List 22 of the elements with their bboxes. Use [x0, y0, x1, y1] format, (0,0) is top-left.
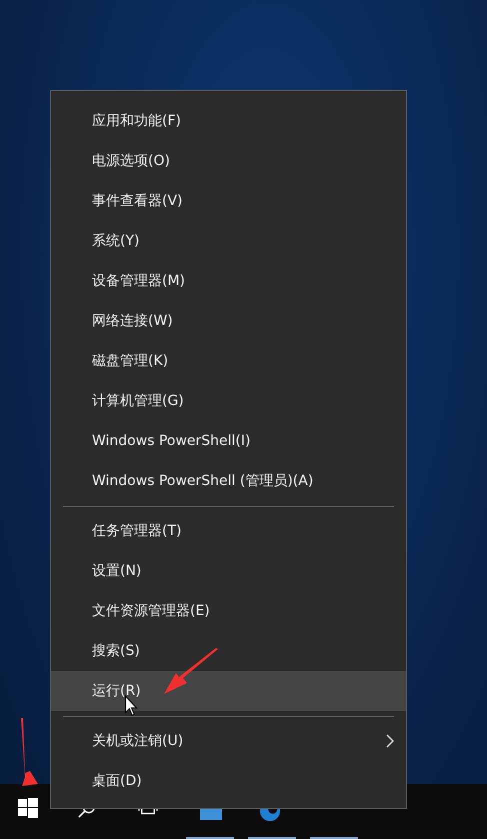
menu-item[interactable]: 任务管理器(T)	[51, 511, 406, 551]
menu-item[interactable]: 搜索(S)	[51, 631, 406, 671]
menu-item[interactable]: 计算机管理(G)	[51, 381, 406, 421]
menu-item[interactable]: 电源选项(O)	[51, 141, 406, 181]
chevron-right-icon	[386, 734, 394, 748]
menu-item[interactable]: 事件查看器(V)	[51, 181, 406, 221]
menu-item[interactable]: 系统(Y)	[51, 221, 406, 261]
annotation-arrow	[18, 718, 40, 788]
menu-item[interactable]: 磁盘管理(K)	[51, 341, 406, 381]
menu-item[interactable]: Windows PowerShell(I)	[51, 421, 406, 461]
menu-item[interactable]: Windows PowerShell (管理员)(A)	[51, 461, 406, 501]
annotation-arrow	[163, 648, 219, 696]
windows-start-icon[interactable]	[18, 798, 38, 818]
menu-item[interactable]: 运行(R)	[51, 671, 406, 711]
mouse-cursor-icon	[124, 695, 138, 717]
menu-item[interactable]: 应用和功能(F)	[51, 101, 406, 141]
menu-item[interactable]: 设备管理器(M)	[51, 261, 406, 301]
menu-item[interactable]: 设置(N)	[51, 551, 406, 591]
menu-item[interactable]: 网络连接(W)	[51, 301, 406, 341]
menu-item[interactable]: 文件资源管理器(E)	[51, 591, 406, 631]
menu-item[interactable]: 关机或注销(U)	[51, 721, 406, 761]
menu-item[interactable]: 桌面(D)	[51, 761, 406, 801]
